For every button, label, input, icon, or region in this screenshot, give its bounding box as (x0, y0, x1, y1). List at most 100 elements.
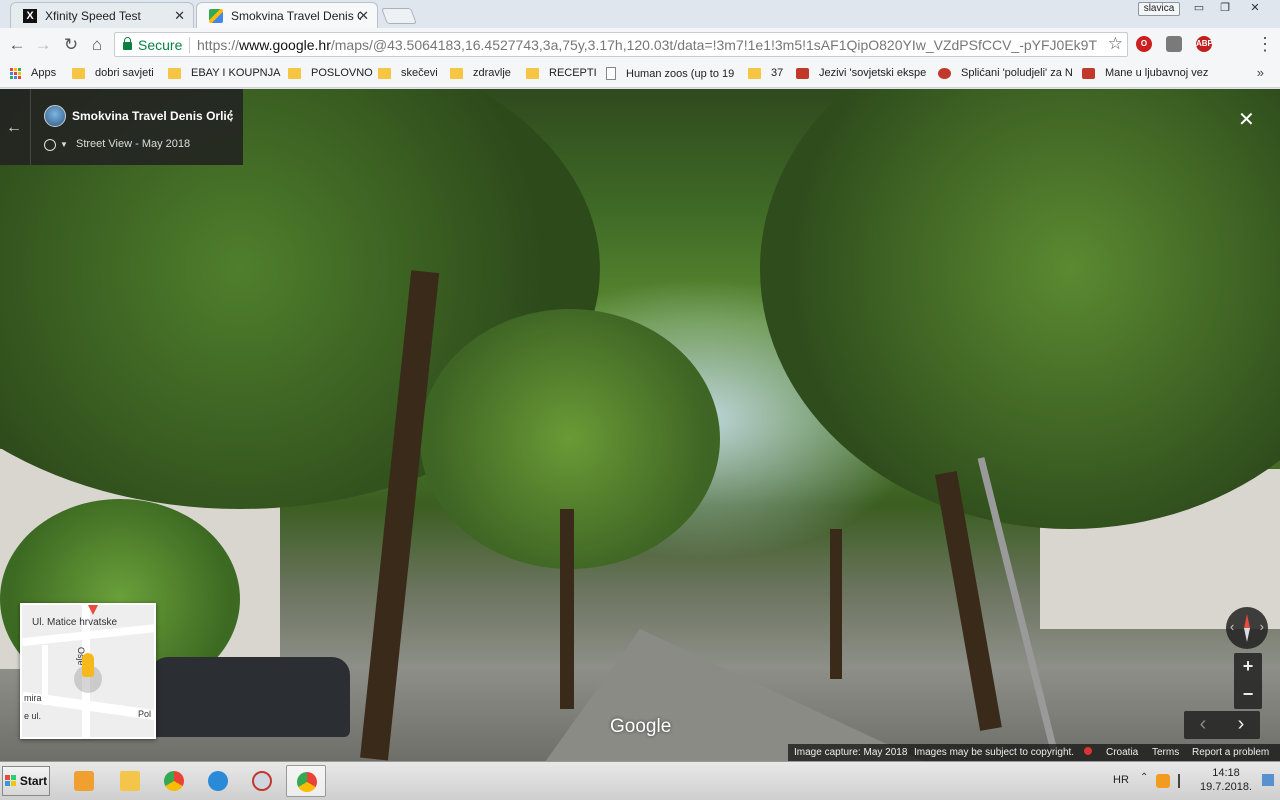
page-icon (606, 67, 616, 80)
contributor-avatar[interactable] (44, 105, 66, 127)
tray-app-icon[interactable] (1156, 774, 1170, 788)
taskbar-chrome-active[interactable] (286, 765, 326, 797)
restore-button[interactable]: ❐ (1212, 1, 1238, 17)
report-problem-link[interactable]: Report a problem (1192, 747, 1269, 758)
bookmark-apps[interactable]: Apps (10, 67, 56, 79)
tree-trunk (560, 509, 574, 709)
zoom-in-button[interactable]: + (1234, 653, 1262, 681)
photo-pager: ‹ › (1184, 711, 1260, 739)
browser-titlebar: X Xfinity Speed Test ✕ Smokvina Travel D… (0, 0, 1280, 28)
tab-close-icon[interactable]: ✕ (174, 8, 185, 24)
folder-icon (72, 67, 85, 79)
time-travel-clock-icon[interactable] (44, 139, 56, 151)
opera-extension-icon[interactable]: O (1136, 36, 1152, 52)
minimize-button[interactable]: ▭ (1186, 1, 1212, 17)
tree-trunk (830, 529, 842, 679)
language-indicator[interactable]: HR (1113, 774, 1129, 786)
compass-control[interactable]: ‹ › (1226, 607, 1268, 649)
bookmark-label: 37 (771, 67, 784, 79)
show-desktop-button[interactable] (1262, 774, 1274, 786)
forward-button[interactable]: → (32, 34, 54, 56)
show-hidden-icons-button[interactable]: ⌃ (1140, 772, 1148, 783)
start-button[interactable]: Start (2, 766, 50, 796)
chrome-icon (164, 771, 184, 791)
bookmark-folder[interactable]: EBAY I KOUPNJA (168, 67, 280, 79)
profile-button[interactable]: slavica (1138, 2, 1180, 16)
previous-photo-button[interactable]: ‹ (1184, 713, 1222, 736)
map-road (42, 645, 48, 705)
terms-link[interactable]: Terms (1152, 747, 1179, 758)
extension-icon[interactable] (1166, 36, 1182, 52)
compass-south-icon (1244, 628, 1250, 642)
chrome-menu-icon[interactable]: ⋮ (1256, 34, 1274, 55)
bookmark-label: Human zoos (up to 19 (626, 67, 735, 80)
taskbar-file-explorer[interactable] (110, 765, 150, 797)
bookmark-label: POSLOVNO (311, 67, 373, 79)
bookmark-folder[interactable]: RECEPTI (526, 67, 597, 79)
map-street-label: e ul. (24, 711, 42, 721)
map-street-label: mira (24, 693, 42, 703)
folder-icon (168, 67, 181, 79)
secure-indicator[interactable]: Secure (123, 37, 182, 53)
bookmark-folder[interactable]: POSLOVNO (288, 67, 373, 79)
clock-time: 14:18 (1212, 767, 1240, 779)
map-street-label: Pol (138, 709, 152, 719)
bookmark-page[interactable]: Mane u ljubavnoj vez (1082, 67, 1208, 79)
street-view-panorama[interactable]: ← Smokvina Travel Denis Orlić ⋮ ▼ Street… (0, 89, 1280, 761)
bookmark-folder[interactable]: zdravlje (450, 67, 511, 79)
system-clock[interactable]: 14:18 19.7.2018. (1196, 766, 1256, 794)
tab-xfinity[interactable]: X Xfinity Speed Test ✕ (10, 2, 194, 28)
bookmark-folder[interactable]: skečevi (378, 67, 438, 79)
bookmark-folder[interactable]: dobri savjeti (72, 67, 154, 79)
next-photo-button[interactable]: › (1222, 713, 1260, 736)
address-bar[interactable]: Secure https://www.google.hr/maps/@43.50… (114, 32, 1128, 57)
street-view-footer: Image capture: May 2018 Images may be su… (788, 744, 1280, 761)
rotate-left-icon[interactable]: ‹ (1230, 619, 1234, 634)
close-window-button[interactable]: ✕ (1242, 1, 1268, 17)
country-link[interactable]: Croatia (1106, 747, 1138, 758)
chevron-down-icon[interactable]: ▼ (60, 140, 68, 149)
bookmark-folder[interactable]: 37 (748, 67, 783, 79)
taskbar-internet-explorer[interactable] (198, 765, 238, 797)
bookmark-page[interactable]: Jezivi 'sovjetski ekspe (796, 67, 926, 79)
tab-google-maps[interactable]: Smokvina Travel Denis Orlić ✕ (196, 2, 378, 28)
more-options-icon[interactable]: ⋮ (224, 107, 238, 124)
reload-button[interactable]: ↻ (60, 34, 82, 56)
folder-icon (120, 771, 140, 791)
street-view-date: Street View - May 2018 (76, 138, 191, 150)
new-tab-button[interactable] (381, 8, 417, 24)
home-button[interactable]: ⌂ (86, 34, 108, 56)
rotate-right-icon[interactable]: › (1260, 619, 1264, 634)
taskbar-snipping-tool[interactable] (242, 765, 282, 797)
taskbar-chrome[interactable] (154, 765, 194, 797)
bookmark-label: Jezivi 'sovjetski ekspe (819, 67, 927, 79)
zoom-out-button[interactable]: − (1234, 681, 1262, 709)
tree-canopy (760, 89, 1280, 529)
back-button[interactable]: ← (6, 34, 28, 56)
map-pin-icon (88, 605, 98, 615)
pegman-icon[interactable] (82, 653, 94, 677)
bookmark-page[interactable]: Splićani 'poludjeli' za N (938, 67, 1073, 79)
action-center-flag-icon[interactable] (1178, 774, 1192, 788)
bookmarks-bar: Apps dobri savjeti EBAY I KOUPNJA POSLOV… (0, 61, 1280, 88)
browser-toolbar: ← → ↻ ⌂ Secure https://www.google.hr/map… (0, 28, 1280, 61)
clock-date: 19.7.2018. (1200, 781, 1252, 793)
bookmarks-overflow-button[interactable]: » (1257, 65, 1264, 80)
taskbar-media-player[interactable] (64, 765, 104, 797)
place-card: ← Smokvina Travel Denis Orlić ⋮ ▼ Street… (0, 89, 243, 165)
tab-title: Smokvina Travel Denis Orlić (231, 8, 361, 23)
bookmark-label: Mane u ljubavnoj vez (1105, 67, 1209, 79)
mini-map[interactable]: Ul. Matice hrvatske Osje mira e ul. Pol (20, 603, 156, 739)
place-title[interactable]: Smokvina Travel Denis Orlić (72, 109, 233, 123)
bookmark-page[interactable]: Human zoos (up to 19 (606, 67, 734, 80)
url-text[interactable]: https://www.google.hr/maps/@43.5064183,1… (197, 37, 1097, 53)
adblock-plus-icon[interactable]: ABP (1196, 36, 1213, 52)
tab-close-icon[interactable]: ✕ (358, 8, 369, 24)
bookmark-label: Apps (31, 67, 57, 79)
site-favicon (1082, 67, 1095, 79)
close-icon[interactable]: ✕ (1238, 107, 1255, 132)
bookmark-star-icon[interactable]: ☆ (1108, 34, 1123, 54)
url-path: /maps/@43.5064183,16.4527743,3a,75y,3.17… (330, 37, 1097, 53)
bookmark-label: dobri savjeti (95, 67, 154, 79)
back-arrow-icon[interactable]: ← (6, 119, 22, 137)
